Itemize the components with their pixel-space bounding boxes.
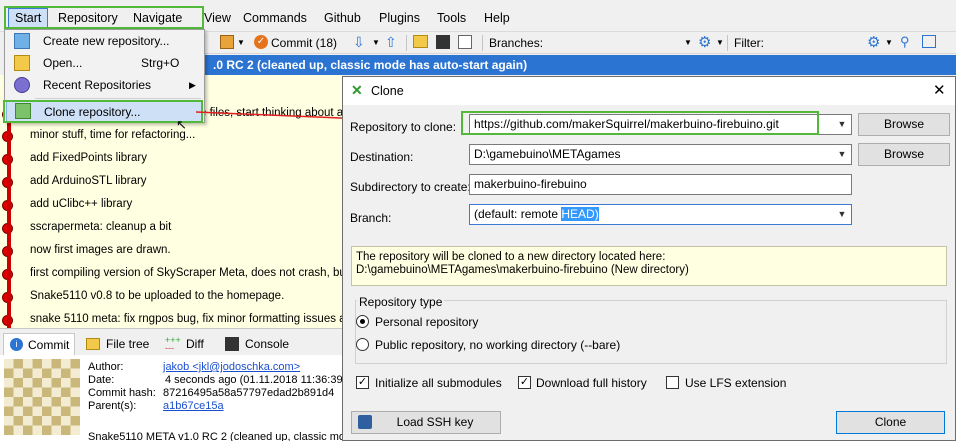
public-repository-label[interactable]: Public repository, no working directory … <box>375 338 620 352</box>
use-lfs-checkbox[interactable] <box>666 376 679 389</box>
recent-icon <box>14 77 30 93</box>
list-item[interactable]: Snake5110 v0.8 to be uploaded to the hom… <box>0 286 342 309</box>
console-icon <box>225 337 239 351</box>
menu-commands[interactable]: Commands <box>237 9 313 27</box>
list-item[interactable]: add FixedPoints library <box>0 148 342 171</box>
download-full-history-label[interactable]: Download full history <box>536 376 647 390</box>
chevron-down-icon[interactable]: ▼ <box>237 38 245 47</box>
initialize-submodules-checkbox[interactable]: ✓ <box>356 376 369 389</box>
subdirectory-label: Subdirectory to create: <box>350 180 471 194</box>
parent-link[interactable]: a1b67ce15a <box>163 400 224 412</box>
tab-file-tree[interactable]: File tree <box>82 333 149 355</box>
toolbar-separator <box>727 35 728 51</box>
ssh-key-icon <box>358 415 372 429</box>
clone-item-highlight <box>3 100 203 123</box>
submenu-arrow-icon: ▶ <box>189 80 196 90</box>
commit-title-strip: .0 RC 2 (cleaned up, classic mode has au… <box>205 55 956 75</box>
list-item[interactable]: add ArduinoSTL library <box>0 171 342 194</box>
pin-icon[interactable]: ⚲ <box>900 34 910 50</box>
branch-label: Branch: <box>350 211 392 225</box>
repo-url-highlight <box>461 111 819 135</box>
browse-destination-button[interactable]: Browse <box>858 143 950 166</box>
gear-icon[interactable]: ⚙ <box>698 33 711 51</box>
dialog-title: Clone <box>371 84 404 98</box>
chevron-down-icon[interactable]: ▼ <box>716 38 724 47</box>
repository-type-group <box>355 300 947 364</box>
menu-item-create-repository[interactable]: Create new repository... <box>6 30 203 52</box>
load-ssh-key-button[interactable]: Load SSH key <box>351 411 501 434</box>
mouse-cursor-icon: ↖ <box>176 117 187 132</box>
branch-combobox[interactable]: (default: remote HEAD) ▼ <box>469 204 852 225</box>
settings-doc-icon[interactable] <box>458 35 472 49</box>
chevron-down-icon[interactable]: ▼ <box>833 205 851 224</box>
destination-label: Destination: <box>350 150 414 164</box>
commit-info: Author: jakob <jkl@jodoschka.com> Date: … <box>0 355 351 441</box>
info-icon: i <box>10 338 23 351</box>
chevron-down-icon[interactable]: ▼ <box>885 38 893 47</box>
new-repo-icon <box>14 33 30 49</box>
destination-info-box: The repository will be cloned to a new d… <box>351 246 947 286</box>
list-item[interactable]: add uClibc++ library <box>0 194 342 217</box>
subdirectory-input[interactable]: makerbuino-firebuino <box>469 174 852 195</box>
diff-icon: +++ --- <box>165 335 181 353</box>
panel-toggle-icon[interactable] <box>922 35 936 48</box>
stash-icon[interactable] <box>220 35 234 49</box>
menu-plugins[interactable]: Plugins <box>373 9 426 27</box>
author-link[interactable]: jakob <jkl@jodoschka.com> <box>163 361 300 373</box>
start-menu-highlight <box>4 6 204 29</box>
terminal-icon[interactable] <box>436 35 450 49</box>
menu-github[interactable]: Github <box>318 9 367 27</box>
clone-dialog-icon: ✕ <box>351 82 363 98</box>
menu-help[interactable]: Help <box>478 9 516 27</box>
branches-label: Branches: <box>489 36 544 50</box>
download-full-history-checkbox[interactable]: ✓ <box>518 376 531 389</box>
pull-icon[interactable]: ⇩ <box>353 34 365 51</box>
repo-label: Repository to clone: <box>350 120 457 134</box>
list-item[interactable]: snake 5110 meta: fix rngpos bug, fix min… <box>0 309 342 328</box>
file-tree-icon <box>86 338 100 350</box>
clone-dialog: ✕ Clone ✕ Repository to clone: https://g… <box>342 76 956 441</box>
initialize-submodules-label[interactable]: Initialize all submodules <box>375 376 502 390</box>
clone-button[interactable]: Clone <box>836 411 945 434</box>
public-repository-radio[interactable] <box>356 338 369 351</box>
use-lfs-label[interactable]: Use LFS extension <box>685 376 786 390</box>
list-item[interactable]: first compiling version of SkyScraper Me… <box>0 263 342 286</box>
commit-button[interactable]: Commit (18) <box>271 34 337 52</box>
tab-console[interactable]: Console <box>221 333 289 355</box>
dialog-titlebar: ✕ Clone ✕ <box>343 77 955 105</box>
menu-item-recent-repositories[interactable]: Recent Repositories ▶ <box>6 74 203 96</box>
chevron-down-icon[interactable]: ▼ <box>372 38 380 47</box>
filter-label: Filter: <box>734 36 764 50</box>
push-icon[interactable]: ⇧ <box>385 34 397 51</box>
chevron-down-icon[interactable]: ▼ <box>833 145 851 164</box>
list-item[interactable]: now first images are drawn. <box>0 240 342 263</box>
branches-dropdown-icon[interactable]: ▼ <box>684 38 692 47</box>
menu-item-open[interactable]: Open... Strg+O <box>6 52 203 74</box>
commit-message: Snake5110 META v1.0 RC 2 (cleaned up, cl… <box>88 431 352 441</box>
open-folder-icon <box>14 55 30 71</box>
browse-repo-button[interactable]: Browse <box>858 113 950 136</box>
repository-type-label: Repository type <box>357 295 445 309</box>
personal-repository-label[interactable]: Personal repository <box>375 315 478 329</box>
tab-commit[interactable]: i Commit <box>3 333 75 355</box>
list-item[interactable]: sscrapermeta: cleanup a bit <box>0 217 342 240</box>
chevron-down-icon[interactable]: ▼ <box>833 115 851 134</box>
filter-gear-icon[interactable]: ⚙ <box>867 33 880 51</box>
destination-combobox[interactable]: D:\gamebuino\METAgames ▼ <box>469 144 852 165</box>
menu-tools[interactable]: Tools <box>431 9 472 27</box>
tab-diff[interactable]: +++ --- Diff <box>162 333 204 355</box>
personal-repository-radio[interactable] <box>356 315 369 328</box>
menu-separator <box>35 98 201 99</box>
toolbar-separator <box>482 35 483 51</box>
close-icon[interactable]: ✕ <box>933 81 946 99</box>
folder-icon[interactable] <box>413 35 428 48</box>
avatar <box>4 359 80 435</box>
toolbar-separator <box>406 35 407 51</box>
commit-icon[interactable]: ✓ <box>254 35 268 49</box>
